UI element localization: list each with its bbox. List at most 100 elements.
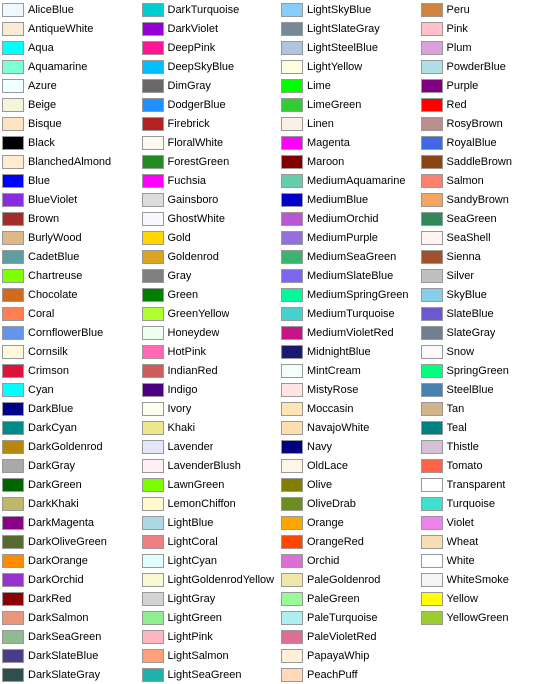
color-swatch — [421, 193, 443, 207]
color-swatch — [142, 326, 164, 340]
color-item: Tomato — [419, 456, 558, 475]
color-swatch — [281, 668, 303, 682]
color-name: Firebrick — [168, 118, 210, 130]
color-swatch — [2, 345, 24, 359]
color-item: MintCream — [279, 361, 419, 380]
color-item: SkyBlue — [419, 285, 558, 304]
color-name: Gray — [168, 270, 192, 282]
color-name: RoyalBlue — [447, 137, 497, 149]
color-name: Black — [28, 137, 55, 149]
color-item: SpringGreen — [419, 361, 558, 380]
color-name: DarkSalmon — [28, 612, 89, 624]
color-name: GreenYellow — [168, 308, 230, 320]
color-name: LightSkyBlue — [307, 4, 371, 16]
color-item: MediumAquamarine — [279, 171, 419, 190]
color-name: LightYellow — [307, 61, 362, 73]
color-name: Sienna — [447, 251, 481, 263]
color-swatch — [421, 516, 443, 530]
color-item: ForestGreen — [140, 152, 280, 171]
color-name: Thistle — [447, 441, 479, 453]
color-name: Tan — [447, 403, 465, 415]
color-item: LightGray — [140, 589, 280, 608]
color-name: Magenta — [307, 137, 350, 149]
color-name: Navy — [307, 441, 332, 453]
color-swatch — [2, 136, 24, 150]
color-swatch — [142, 193, 164, 207]
color-swatch — [281, 497, 303, 511]
color-swatch — [142, 60, 164, 74]
color-swatch — [142, 554, 164, 568]
color-item: Tan — [419, 399, 558, 418]
color-swatch — [2, 117, 24, 131]
color-swatch — [421, 421, 443, 435]
color-swatch — [421, 497, 443, 511]
color-name: Turquoise — [447, 498, 496, 510]
color-item: Magenta — [279, 133, 419, 152]
color-item: MistyRose — [279, 380, 419, 399]
color-swatch — [421, 402, 443, 416]
color-name: RosyBrown — [447, 118, 503, 130]
color-name: MediumSeaGreen — [307, 251, 396, 263]
color-swatch — [2, 79, 24, 93]
color-name: BlanchedAlmond — [28, 156, 111, 168]
color-name: DeepPink — [168, 42, 216, 54]
color-item: Aqua — [0, 38, 140, 57]
color-swatch — [2, 22, 24, 36]
color-name: DarkOrange — [28, 555, 88, 567]
color-name: OldLace — [307, 460, 348, 472]
color-item: Sienna — [419, 247, 558, 266]
color-swatch — [2, 269, 24, 283]
color-swatch — [281, 421, 303, 435]
color-item: Brown — [0, 209, 140, 228]
color-item: Yellow — [419, 589, 558, 608]
color-swatch — [421, 22, 443, 36]
color-item: DarkViolet — [140, 19, 280, 38]
color-name: SandyBrown — [447, 194, 509, 206]
color-item: DarkSeaGreen — [0, 627, 140, 646]
color-name: Azure — [28, 80, 57, 92]
color-name: WhiteSmoke — [447, 574, 509, 586]
color-swatch — [281, 250, 303, 264]
color-item: CornflowerBlue — [0, 323, 140, 342]
color-item: Pink — [419, 19, 558, 38]
color-swatch — [421, 364, 443, 378]
color-item: WhiteSmoke — [419, 570, 558, 589]
color-name: MediumPurple — [307, 232, 378, 244]
color-item: DarkSlateGray — [0, 665, 140, 684]
color-name: LightSlateGray — [307, 23, 380, 35]
color-name: OrangeRed — [307, 536, 364, 548]
color-name: Wheat — [447, 536, 479, 548]
color-name: Crimson — [28, 365, 69, 377]
color-swatch — [142, 478, 164, 492]
color-name: DarkViolet — [168, 23, 219, 35]
color-swatch — [281, 573, 303, 587]
color-swatch — [281, 231, 303, 245]
color-item: DarkGreen — [0, 475, 140, 494]
color-item: FloralWhite — [140, 133, 280, 152]
color-item: Coral — [0, 304, 140, 323]
color-item: LawnGreen — [140, 475, 280, 494]
color-swatch — [2, 497, 24, 511]
color-swatch — [142, 307, 164, 321]
color-item: BurlyWood — [0, 228, 140, 247]
color-item: Turquoise — [419, 494, 558, 513]
color-swatch — [2, 516, 24, 530]
color-name: SlateBlue — [447, 308, 494, 320]
color-name: Gainsboro — [168, 194, 219, 206]
color-name: SteelBlue — [447, 384, 494, 396]
color-item: Lime — [279, 76, 419, 95]
color-swatch — [142, 79, 164, 93]
color-swatch — [142, 459, 164, 473]
color-swatch — [2, 668, 24, 682]
color-swatch — [2, 41, 24, 55]
color-item: DarkGray — [0, 456, 140, 475]
color-item: PaleGoldenrod — [279, 570, 419, 589]
color-item: GhostWhite — [140, 209, 280, 228]
color-swatch — [142, 592, 164, 606]
color-item: Lavender — [140, 437, 280, 456]
color-swatch — [421, 326, 443, 340]
color-item: LightSlateGray — [279, 19, 419, 38]
color-item: Cornsilk — [0, 342, 140, 361]
color-swatch — [142, 136, 164, 150]
color-item: Peru — [419, 0, 558, 19]
